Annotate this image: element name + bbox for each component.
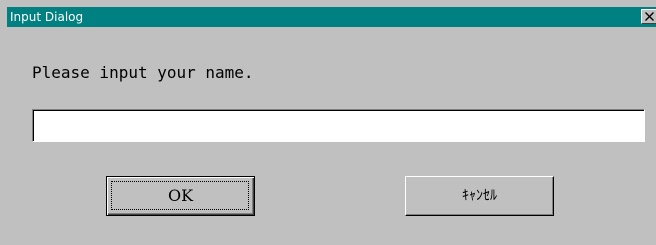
input-dialog-window: Input Dialog Please input your name. OK … [0,0,656,245]
ok-button[interactable]: OK [106,176,255,216]
cancel-button-label: ｷｬﾝｾﾙ [462,188,497,204]
close-icon [645,12,654,21]
cancel-button[interactable]: ｷｬﾝｾﾙ [405,176,554,216]
dialog-title: Input Dialog [10,10,84,24]
name-input[interactable] [32,109,645,142]
ok-button-label: OK [167,186,194,205]
title-bar[interactable]: Input Dialog [7,7,656,27]
close-button[interactable] [641,9,656,24]
prompt-label: Please input your name. [32,63,254,82]
